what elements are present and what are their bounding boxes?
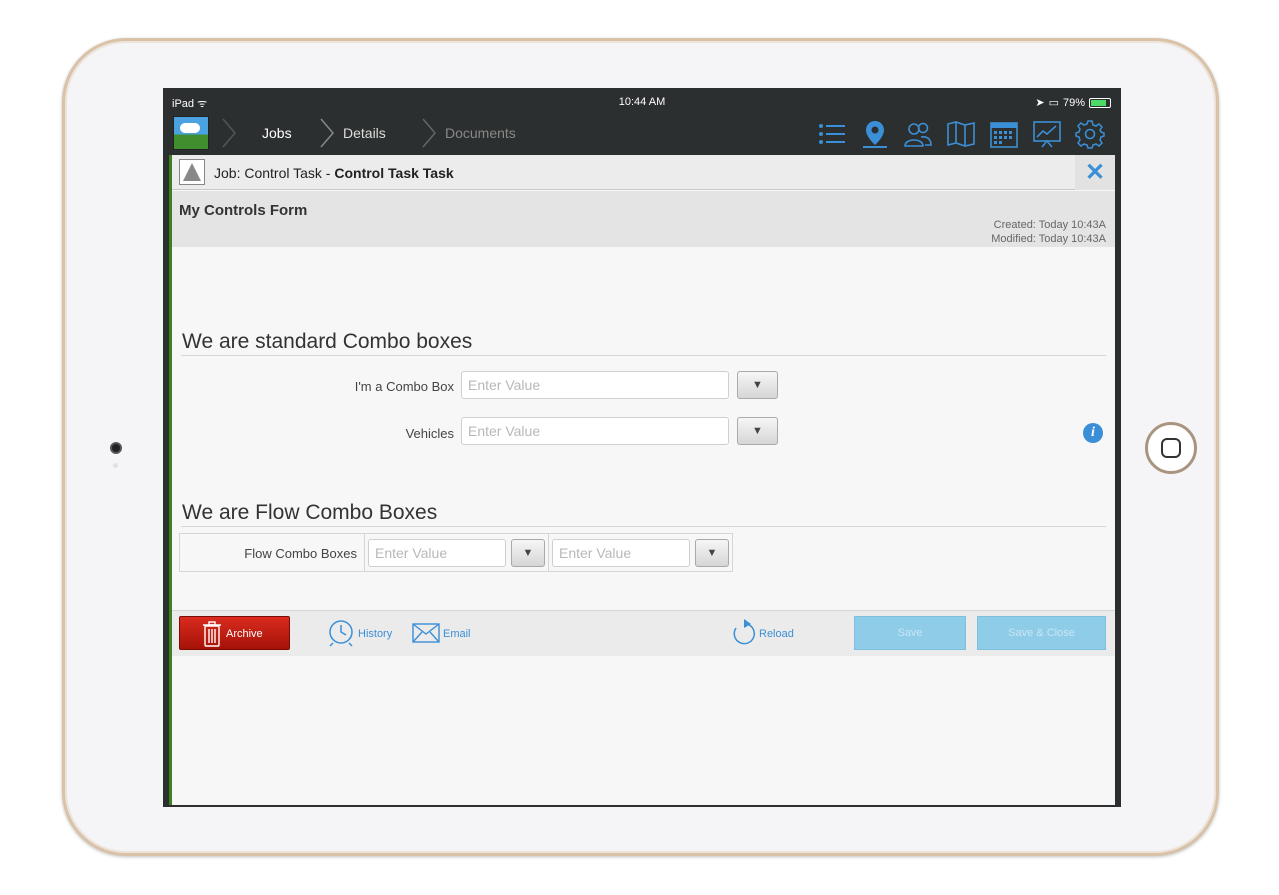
list-icon[interactable] xyxy=(817,119,847,149)
form-meta: Created: Today 10:43A Modified: Today 10… xyxy=(991,218,1106,246)
nav-bar: Jobs Details Documents xyxy=(163,112,1121,155)
form-header: My Controls Form Created: Today 10:43A M… xyxy=(172,191,1115,247)
info-icon[interactable]: i xyxy=(1083,423,1103,443)
job-bar: Job: Control Task - Control Task Task ✕ xyxy=(172,155,1115,190)
save-close-button[interactable]: Save & Close xyxy=(977,616,1106,650)
save-close-label: Save & Close xyxy=(1008,627,1075,639)
location-icon: ➤ xyxy=(1035,97,1045,109)
status-right: ➤ ▭ 79% xyxy=(1035,96,1111,109)
vehicles-input[interactable]: Enter Value xyxy=(461,417,729,445)
modified-text: Modified: Today 10:43A xyxy=(991,233,1106,245)
chevron-right-icon xyxy=(422,118,436,148)
airplay-icon: ▭ xyxy=(1048,97,1059,109)
divider xyxy=(548,534,549,571)
divider xyxy=(181,526,1106,527)
job-icon xyxy=(179,159,205,185)
section-title-standard: We are standard Combo boxes xyxy=(182,330,473,353)
dropdown-arrow-icon[interactable]: ▼ xyxy=(737,371,778,399)
flow-combo-input-2[interactable]: Enter Value xyxy=(552,539,690,567)
chevron-right-icon xyxy=(222,118,236,148)
app-logo[interactable] xyxy=(173,116,209,150)
users-icon[interactable] xyxy=(903,119,933,149)
flow-combo-input-1[interactable]: Enter Value xyxy=(368,539,506,567)
content-area: Job: Control Task - Control Task Task ✕ … xyxy=(169,155,1115,805)
trash-icon xyxy=(203,621,221,647)
map-pin-icon[interactable] xyxy=(860,119,890,149)
breadcrumb-jobs[interactable]: Jobs xyxy=(262,125,292,141)
dropdown-arrow-icon[interactable]: ▼ xyxy=(695,539,729,567)
combo-label: I'm a Combo Box xyxy=(354,379,454,394)
save-label: Save xyxy=(897,627,923,639)
archive-button[interactable]: Archive xyxy=(179,616,290,650)
vehicles-label: Vehicles xyxy=(405,426,454,441)
status-bar: iPad ᯤ 10:44 AM ➤ ▭ 79% xyxy=(163,88,1121,112)
clock: 10:44 AM xyxy=(618,96,666,108)
created-text: Created: Today 10:43A xyxy=(993,219,1106,231)
envelope-icon[interactable] xyxy=(412,623,440,643)
breadcrumb-documents[interactable]: Documents xyxy=(445,125,516,141)
divider xyxy=(181,355,1106,356)
history-link[interactable]: History xyxy=(358,628,392,640)
sensor xyxy=(113,463,118,468)
home-button[interactable] xyxy=(1145,422,1197,474)
save-button[interactable]: Save xyxy=(854,616,966,650)
flow-combo-label: Flow Combo Boxes xyxy=(244,546,357,561)
close-icon[interactable]: ✕ xyxy=(1075,155,1115,190)
archive-label: Archive xyxy=(226,628,263,640)
job-title: Job: Control Task - Control Task Task xyxy=(214,165,454,181)
combo-box-input[interactable]: Enter Value xyxy=(461,371,729,399)
dropdown-arrow-icon[interactable]: ▼ xyxy=(737,417,778,445)
reload-link[interactable]: Reload xyxy=(759,628,794,640)
dropdown-arrow-icon[interactable]: ▼ xyxy=(511,539,545,567)
camera xyxy=(110,442,122,454)
chart-icon[interactable] xyxy=(1032,119,1062,149)
form-name: My Controls Form xyxy=(179,202,308,219)
battery-icon xyxy=(1089,97,1111,108)
email-link[interactable]: Email xyxy=(443,628,471,640)
gear-icon[interactable] xyxy=(1075,119,1105,149)
map-icon[interactable] xyxy=(946,119,976,149)
job-prefix: Job: Control Task - xyxy=(214,165,335,181)
action-toolbar: Archive History Email Reload Save Save &… xyxy=(172,610,1115,656)
section-title-flow: We are Flow Combo Boxes xyxy=(182,501,438,524)
screen: iPad ᯤ 10:44 AM ➤ ▭ 79% Jobs Details Doc… xyxy=(163,88,1121,807)
reload-icon[interactable] xyxy=(731,619,757,647)
calendar-icon[interactable] xyxy=(989,119,1019,149)
divider xyxy=(364,534,365,571)
clock-icon[interactable] xyxy=(327,619,355,647)
chevron-right-icon xyxy=(320,118,334,148)
breadcrumb-details[interactable]: Details xyxy=(343,125,386,141)
job-task: Control Task Task xyxy=(334,165,454,181)
battery-percent: 79% xyxy=(1062,96,1085,109)
